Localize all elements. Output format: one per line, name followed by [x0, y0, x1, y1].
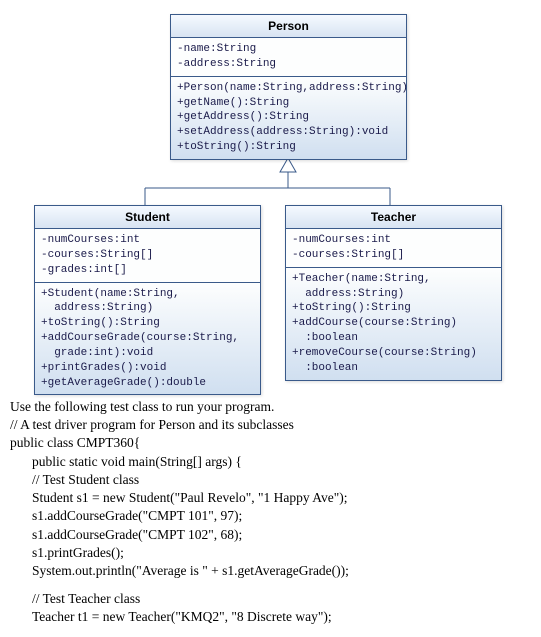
method-line: +getAverageGrade():double [41, 376, 254, 391]
class-title: Student [35, 206, 260, 229]
method-line: grade:int):void [41, 346, 254, 361]
attr-line: -numCourses:int [41, 233, 254, 248]
method-line: +toString():String [177, 140, 400, 155]
method-line: +removeCourse(course:String) [292, 346, 495, 361]
method-line: +toString():String [292, 301, 495, 316]
method-line: +getName():String [177, 96, 400, 111]
text-line: // A test driver program for Person and … [10, 416, 531, 434]
text-line: s1.addCourseGrade("CMPT 102", 68); [32, 526, 531, 544]
text-line: Student s1 = new Student("Paul Revelo", … [32, 489, 531, 507]
method-line: +Teacher(name:String, [292, 272, 495, 287]
uml-diagram: Person -name:String -address:String +Per… [10, 10, 531, 390]
method-line: +setAddress(address:String):void [177, 125, 400, 140]
method-line: +Student(name:String, [41, 287, 254, 302]
text-line: // Test Teacher class [32, 590, 531, 608]
class-title: Person [171, 15, 406, 38]
attributes-section: -numCourses:int -courses:String[] [286, 229, 501, 268]
text-line: System.out.println("Average is " + s1.ge… [32, 562, 531, 580]
method-line: +addCourse(course:String) [292, 316, 495, 331]
text-line: s1.addCourseGrade("CMPT 101", 97); [32, 507, 531, 525]
method-line: +Person(name:String,address:String) [177, 81, 400, 96]
methods-section: +Student(name:String, address:String) +t… [35, 283, 260, 395]
text-line: Use the following test class to run your… [10, 398, 531, 416]
blank-line [32, 580, 531, 590]
text-line: s1.printGrades(); [32, 544, 531, 562]
class-title: Teacher [286, 206, 501, 229]
attributes-section: -name:String -address:String [171, 38, 406, 77]
attributes-section: -numCourses:int -courses:String[] -grade… [35, 229, 260, 283]
method-line: +addCourseGrade(course:String, [41, 331, 254, 346]
methods-section: +Teacher(name:String, address:String) +t… [286, 268, 501, 380]
method-line: +getAddress():String [177, 110, 400, 125]
method-line: +printGrades():void [41, 361, 254, 376]
method-line: :boolean [292, 361, 495, 376]
method-line: address:String) [292, 287, 495, 302]
class-teacher: Teacher -numCourses:int -courses:String[… [285, 205, 502, 381]
attr-line: -courses:String[] [41, 248, 254, 263]
text-line: public static void main(String[] args) { [32, 453, 531, 471]
attr-line: -numCourses:int [292, 233, 495, 248]
text-line: Teacher t1 = new Teacher("KMQ2", "8 Disc… [32, 608, 531, 626]
method-line: +toString():String [41, 316, 254, 331]
attr-line: -address:String [177, 57, 400, 72]
text-line: public class CMPT360{ [10, 434, 531, 452]
class-person: Person -name:String -address:String +Per… [170, 14, 407, 160]
text-line: // Test Student class [32, 471, 531, 489]
attr-line: -name:String [177, 42, 400, 57]
attr-line: -courses:String[] [292, 248, 495, 263]
instructions-text: Use the following test class to run your… [10, 398, 531, 627]
methods-section: +Person(name:String,address:String) +get… [171, 77, 406, 159]
method-line: address:String) [41, 301, 254, 316]
method-line: :boolean [292, 331, 495, 346]
attr-line: -grades:int[] [41, 263, 254, 278]
class-student: Student -numCourses:int -courses:String[… [34, 205, 261, 395]
